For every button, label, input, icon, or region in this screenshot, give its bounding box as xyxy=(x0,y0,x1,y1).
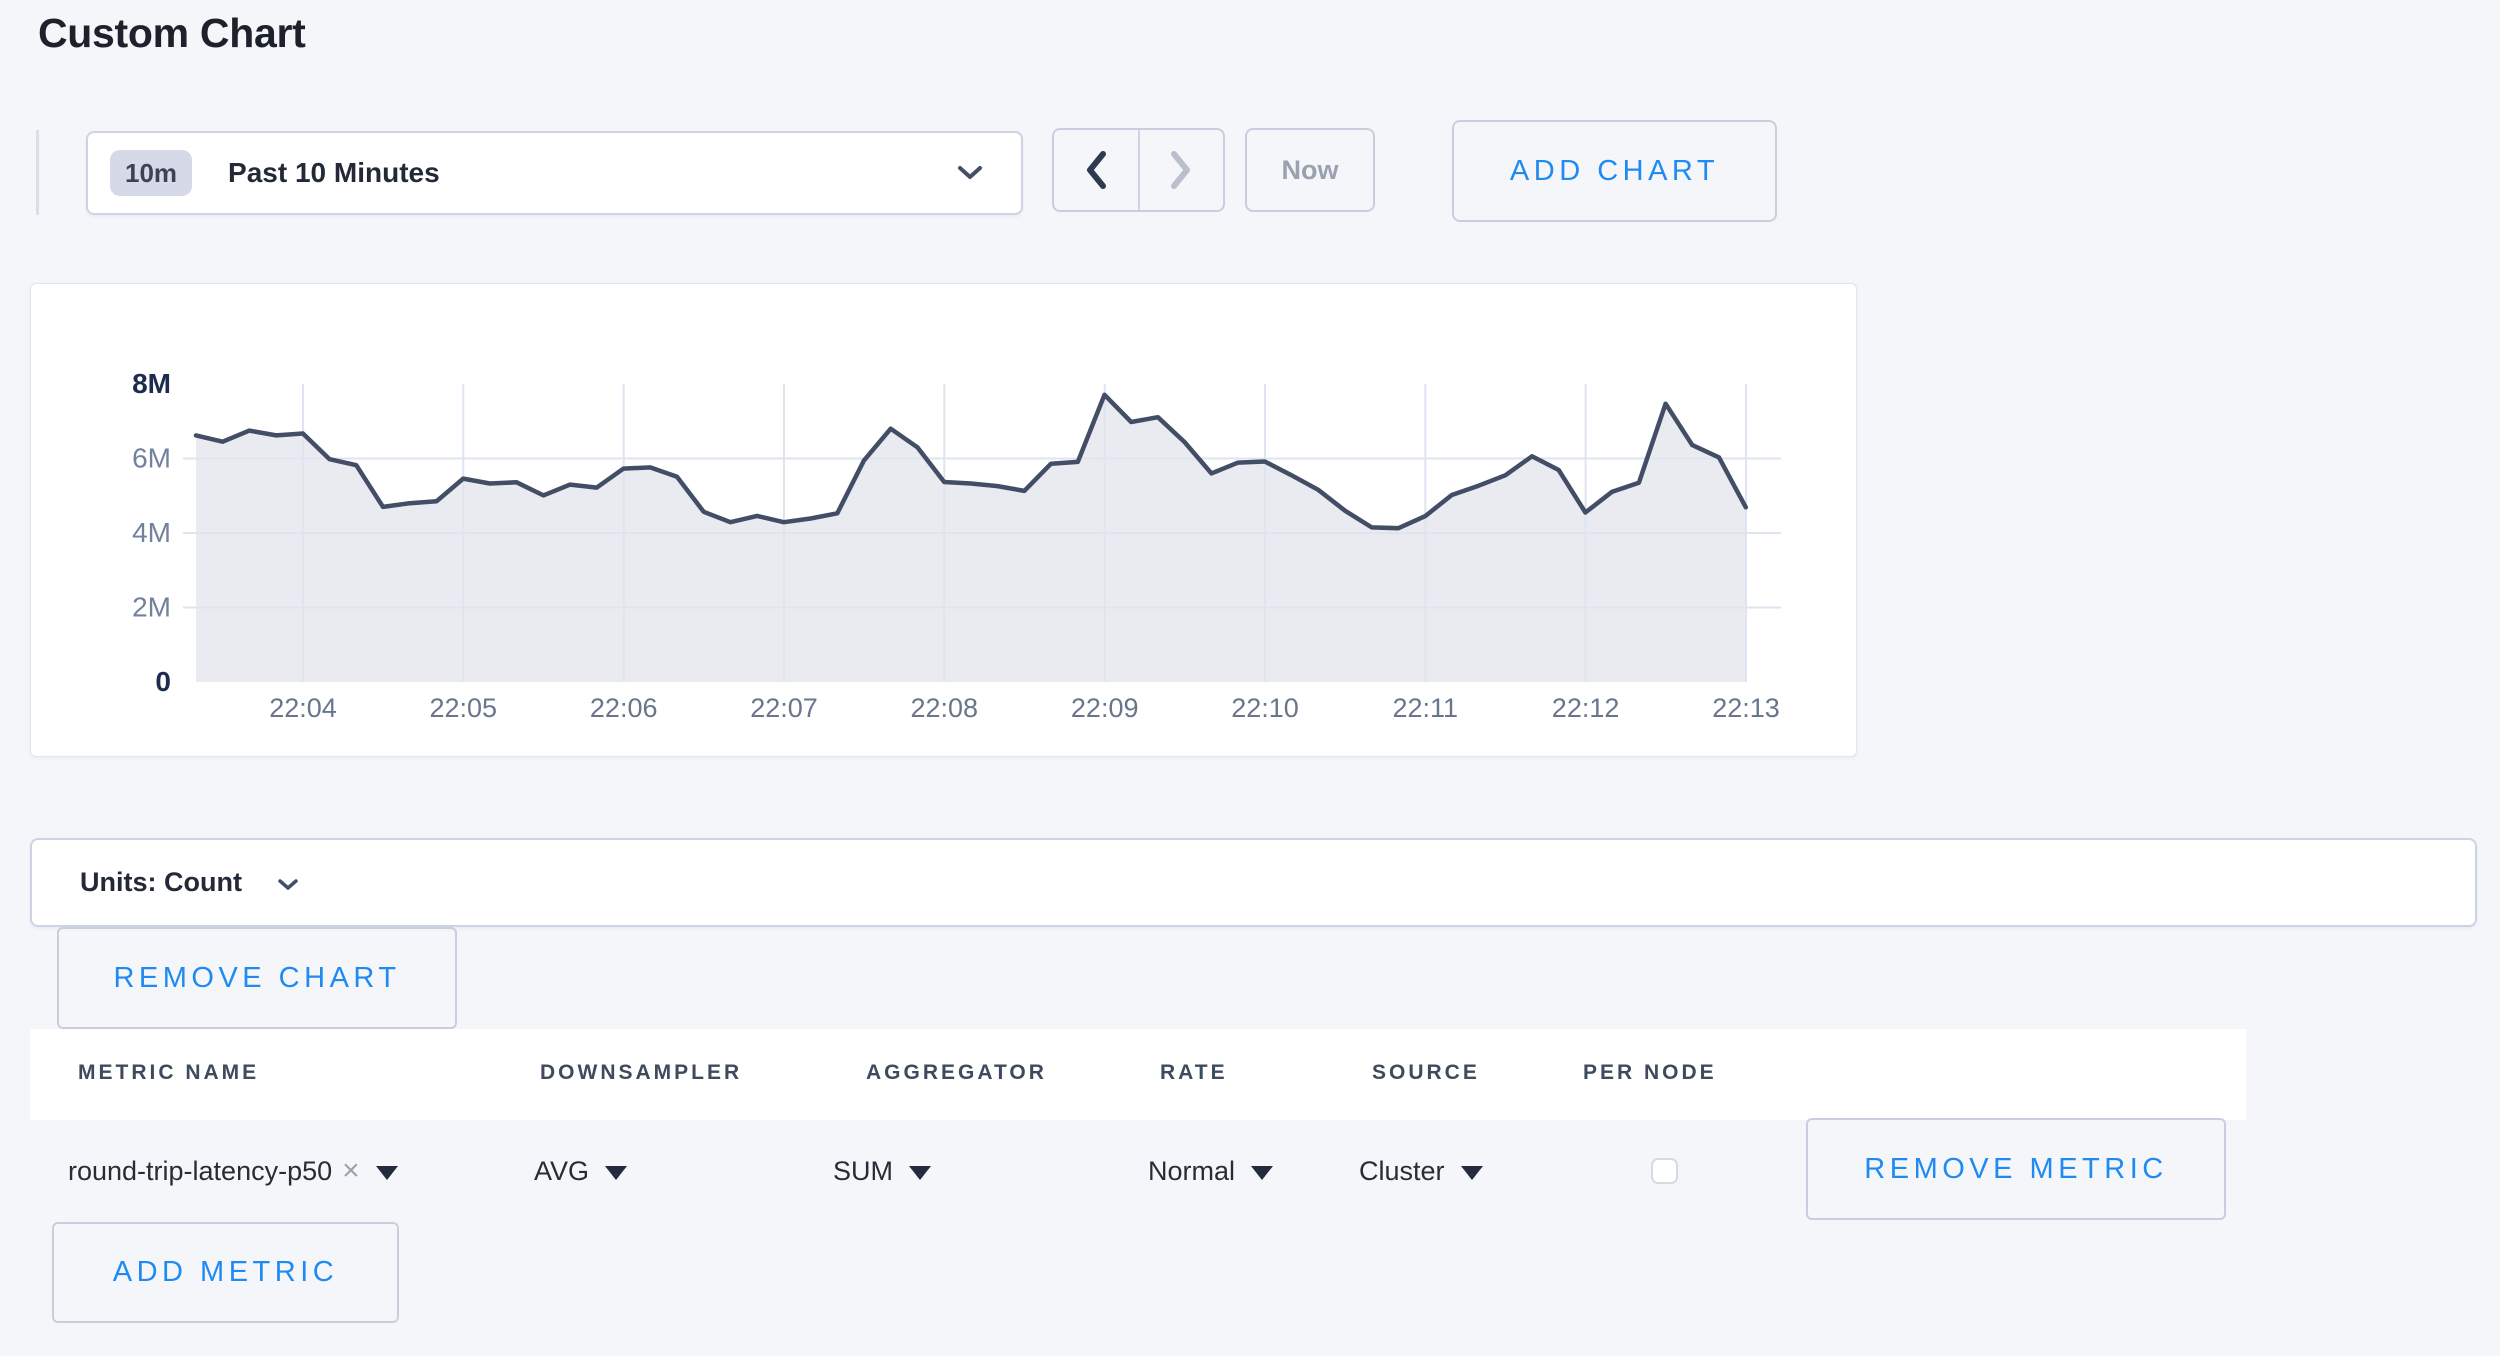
source-select[interactable]: Cluster xyxy=(1359,1120,1483,1222)
aggregator-value: SUM xyxy=(833,1156,893,1187)
x-axis-tick-label: 22:09 xyxy=(1071,693,1139,723)
x-axis-tick-label: 22:12 xyxy=(1552,693,1620,723)
caret-down-icon xyxy=(605,1166,627,1180)
x-axis-tick-label: 22:05 xyxy=(430,693,498,723)
time-range-badge: 10m xyxy=(110,150,192,196)
column-header-metric-name: METRIC NAME xyxy=(78,1061,259,1085)
chevron-right-icon xyxy=(1168,150,1194,190)
metric-name-value: round-trip-latency-p50 xyxy=(68,1156,332,1187)
per-node-checkbox[interactable] xyxy=(1651,1158,1678,1184)
metric-table-row: round-trip-latency-p50 × AVG SUM Normal … xyxy=(0,1120,2500,1222)
chevron-left-icon xyxy=(1083,150,1109,190)
prev-time-button[interactable] xyxy=(1054,130,1138,210)
now-button[interactable]: Now xyxy=(1245,128,1375,212)
units-label: Units: Count xyxy=(80,867,242,898)
chevron-down-icon xyxy=(276,877,300,893)
downsampler-value: AVG xyxy=(534,1156,589,1187)
time-step-button-group xyxy=(1052,128,1225,212)
metric-name-select[interactable]: round-trip-latency-p50 × xyxy=(68,1120,398,1222)
caret-down-icon xyxy=(376,1166,398,1180)
y-axis-tick-label: 6M xyxy=(132,443,171,474)
close-icon[interactable]: × xyxy=(342,1154,360,1188)
rate-select[interactable]: Normal xyxy=(1148,1120,1273,1222)
y-axis-tick-label: 2M xyxy=(132,592,171,623)
y-axis-tick-label: 4M xyxy=(132,517,171,548)
y-axis-tick-label: 8M xyxy=(132,368,171,399)
column-header-per-node: PER NODE xyxy=(1583,1061,1717,1085)
column-header-downsampler: DOWNSAMPLER xyxy=(540,1061,742,1085)
remove-metric-button[interactable]: REMOVE METRIC xyxy=(1806,1118,2226,1220)
rate-value: Normal xyxy=(1148,1156,1235,1187)
source-value: Cluster xyxy=(1359,1156,1445,1187)
caret-down-icon xyxy=(909,1166,931,1180)
caret-down-icon xyxy=(1461,1166,1483,1180)
metrics-table-header: METRIC NAME DOWNSAMPLER AGGREGATOR RATE … xyxy=(30,1029,2246,1120)
time-range-dropdown[interactable]: 10m Past 10 Minutes xyxy=(86,131,1023,215)
add-metric-button[interactable]: ADD METRIC xyxy=(52,1222,399,1323)
units-dropdown[interactable]: Units: Count xyxy=(30,838,2477,927)
column-header-source: SOURCE xyxy=(1372,1061,1480,1085)
chart-card: 8M 6M 4M 2M 0 22:04 22:05 22:06 22:07 22:08 22:09 2… xyxy=(30,283,1857,757)
timeseries-chart: 8M 6M 4M 2M 0 22:04 22:05 22:06 22:07 22:08 22:09 2… xyxy=(31,284,1856,756)
chevron-down-icon xyxy=(955,163,985,183)
x-axis-tick-label: 22:04 xyxy=(269,693,337,723)
x-axis-tick-label: 22:13 xyxy=(1712,693,1780,723)
x-axis-tick-label: 22:11 xyxy=(1393,693,1459,723)
next-time-button[interactable] xyxy=(1138,130,1224,210)
toolbar-divider xyxy=(36,130,39,215)
y-axis-tick-label: 0 xyxy=(155,666,171,697)
add-chart-button[interactable]: ADD CHART xyxy=(1452,120,1777,222)
time-range-label: Past 10 Minutes xyxy=(228,157,440,189)
x-axis-tick-label: 22:06 xyxy=(590,693,658,723)
aggregator-select[interactable]: SUM xyxy=(833,1120,931,1222)
page-title: Custom Chart xyxy=(38,10,305,57)
x-axis-tick-label: 22:10 xyxy=(1231,693,1299,723)
downsampler-select[interactable]: AVG xyxy=(534,1120,627,1222)
column-header-aggregator: AGGREGATOR xyxy=(866,1061,1047,1085)
x-axis-tick-label: 22:07 xyxy=(750,693,818,723)
x-axis-tick-label: 22:08 xyxy=(911,693,979,723)
remove-chart-button[interactable]: REMOVE CHART xyxy=(57,927,457,1029)
caret-down-icon xyxy=(1251,1166,1273,1180)
column-header-rate: RATE xyxy=(1160,1061,1228,1085)
